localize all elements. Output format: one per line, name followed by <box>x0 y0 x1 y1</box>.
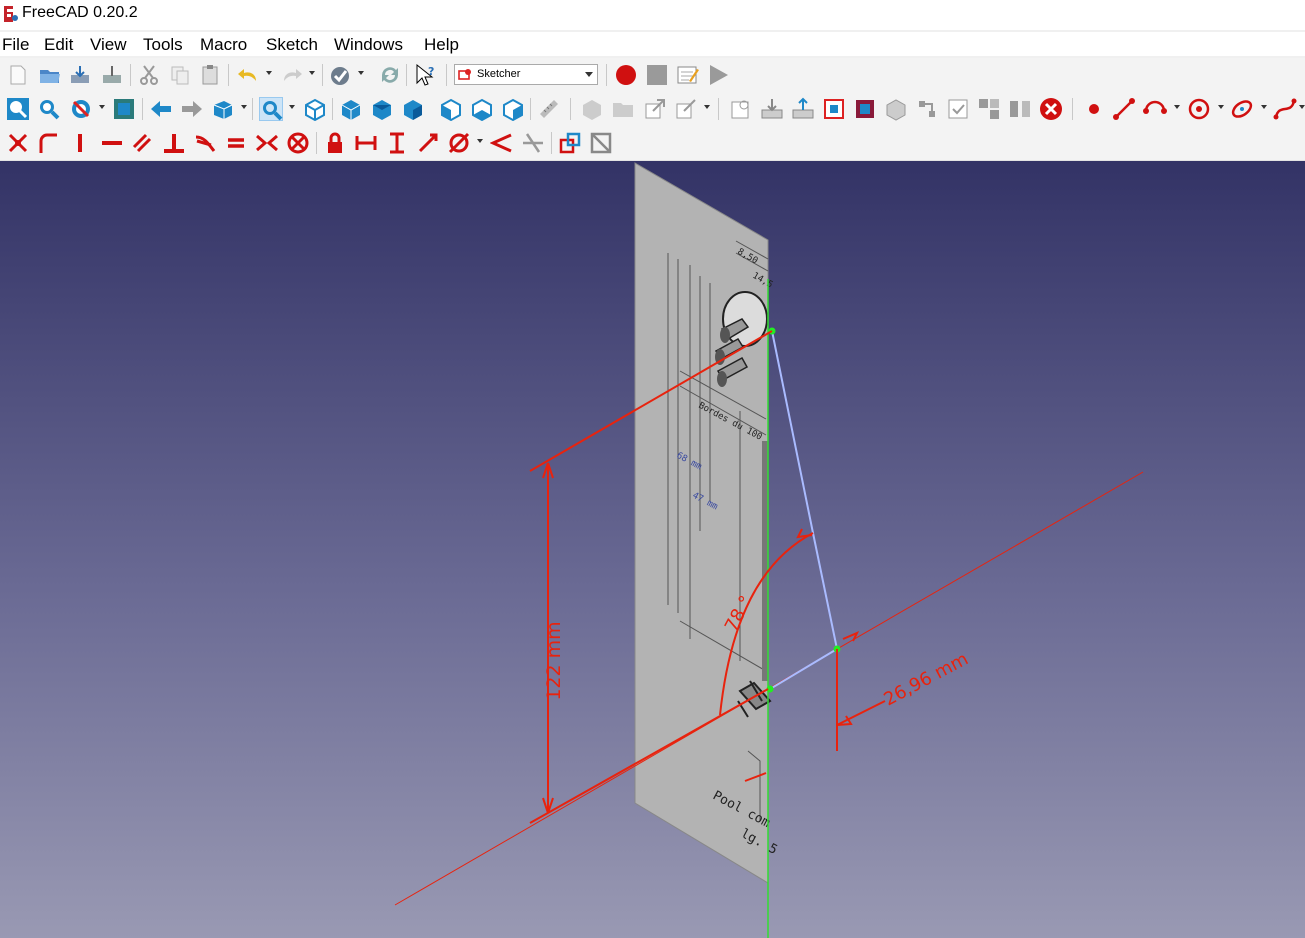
sketch-scene[interactable]: 8,50 14,5 Bordes du 100 68 mm 47 mm Pool… <box>0 161 1305 938</box>
create-part-icon[interactable] <box>580 97 604 121</box>
macro-stop-icon[interactable] <box>645 63 669 87</box>
cut-icon[interactable] <box>137 63 161 87</box>
3d-viewport[interactable]: 8,50 14,5 Bordes du 100 68 mm 47 mm Pool… <box>0 161 1305 938</box>
draw-style-icon[interactable] <box>69 97 93 121</box>
freecad-logo-icon <box>4 6 18 22</box>
toolbar-view-structure <box>0 92 1305 127</box>
constrain-vertical-distance-icon[interactable] <box>385 131 409 155</box>
save-icon[interactable] <box>68 63 92 87</box>
copy-icon[interactable] <box>168 63 192 87</box>
macro-execute-icon[interactable] <box>707 63 731 87</box>
forward-arrow-icon[interactable] <box>180 97 204 121</box>
create-arc-icon[interactable] <box>1143 97 1167 121</box>
workbench-selector[interactable]: Sketcher <box>454 64 598 85</box>
constrain-horizontal-icon[interactable] <box>100 131 124 155</box>
refresh-check-icon[interactable] <box>328 63 352 87</box>
new-document-icon[interactable] <box>6 63 30 87</box>
right-view-icon[interactable] <box>401 97 425 121</box>
validate-sketch-icon[interactable] <box>946 97 970 121</box>
create-group-icon[interactable] <box>611 97 635 121</box>
top-view-icon[interactable] <box>370 97 394 121</box>
mirror-sketch-icon[interactable] <box>1008 97 1032 121</box>
paste-icon[interactable] <box>198 63 222 87</box>
menu-help[interactable]: Help <box>424 35 459 55</box>
menu-tools[interactable]: Tools <box>143 35 183 55</box>
save-as-icon[interactable] <box>100 63 124 87</box>
toolbar-file-macro: ? Sketcher <box>0 58 1305 93</box>
open-folder-icon[interactable] <box>38 63 62 87</box>
chevron-down-icon <box>585 72 593 77</box>
toggle-active-constraint-icon[interactable] <box>589 131 613 155</box>
reference-image-plane <box>635 163 768 883</box>
toolbar-sketcher-constraints <box>0 126 1305 161</box>
recompute-icon[interactable] <box>378 63 402 87</box>
menu-file[interactable]: File <box>2 35 29 55</box>
link-actions-icon[interactable] <box>674 97 698 121</box>
redo-icon[interactable] <box>280 63 304 87</box>
constrain-perpendicular-icon[interactable] <box>162 131 186 155</box>
view-section-icon[interactable] <box>853 97 877 121</box>
zoom-icon[interactable] <box>259 97 283 121</box>
isometric-view-icon[interactable] <box>303 97 327 121</box>
merge-sketches-icon[interactable] <box>977 97 1001 121</box>
menu-macro[interactable]: Macro <box>200 35 247 55</box>
whats-this-icon[interactable]: ? <box>414 63 438 87</box>
vertical-dimension-label[interactable]: 122 mm <box>543 621 565 700</box>
front-view-icon[interactable] <box>339 97 363 121</box>
sketch-geometry[interactable] <box>769 330 839 690</box>
constrain-block-icon[interactable] <box>286 131 310 155</box>
constrain-point-on-object-icon[interactable] <box>37 131 61 155</box>
new-sketch-icon[interactable] <box>729 97 753 121</box>
bounding-box-icon[interactable] <box>112 97 136 121</box>
leave-sketch-icon[interactable] <box>760 97 784 121</box>
make-link-icon[interactable] <box>643 97 667 121</box>
create-bspline-icon[interactable] <box>1273 97 1297 121</box>
map-sketch-icon[interactable] <box>884 97 908 121</box>
constrain-angle-icon[interactable] <box>490 131 514 155</box>
horizontal-dimension-label[interactable]: 26,96 mm <box>880 649 971 711</box>
bottom-view-icon[interactable] <box>470 97 494 121</box>
constrain-distance-icon[interactable] <box>416 131 440 155</box>
constrain-equal-icon[interactable] <box>224 131 248 155</box>
menu-bar: File Edit View Tools Macro Sketch Window… <box>0 32 1305 56</box>
left-view-icon[interactable] <box>501 97 525 121</box>
constrain-vertical-icon[interactable] <box>68 131 92 155</box>
constrain-snells-law-icon[interactable] <box>521 131 545 155</box>
fit-all-icon[interactable] <box>6 97 30 121</box>
macro-record-icon[interactable] <box>614 63 638 87</box>
constrain-diameter-icon[interactable] <box>447 131 471 155</box>
back-arrow-icon[interactable] <box>149 97 173 121</box>
constrain-parallel-icon[interactable] <box>130 131 154 155</box>
rear-view-icon[interactable] <box>439 97 463 121</box>
sketch-vertices[interactable] <box>766 327 841 693</box>
create-line-icon[interactable] <box>1112 97 1136 121</box>
view-sketch-icon[interactable] <box>822 97 846 121</box>
workbench-label: Sketcher <box>477 68 521 80</box>
sketcher-workbench-icon <box>458 69 471 80</box>
menu-edit[interactable]: Edit <box>44 35 73 55</box>
constrain-tangent-icon[interactable] <box>193 131 217 155</box>
constrain-lock-icon[interactable] <box>323 131 347 155</box>
undo-icon[interactable] <box>236 63 260 87</box>
stop-operation-icon[interactable] <box>1039 97 1063 121</box>
constrain-coincident-icon[interactable] <box>6 131 30 155</box>
constrain-horizontal-distance-icon[interactable] <box>354 131 378 155</box>
fit-selection-icon[interactable] <box>37 97 61 121</box>
sync-view-icon[interactable] <box>211 97 235 121</box>
constrain-symmetric-icon[interactable] <box>255 131 279 155</box>
create-conic-icon[interactable] <box>1230 97 1254 121</box>
create-point-icon[interactable] <box>1082 97 1106 121</box>
menu-view[interactable]: View <box>90 35 127 55</box>
menu-sketch[interactable]: Sketch <box>266 35 318 55</box>
macro-edit-icon[interactable] <box>676 63 700 87</box>
window-title: FreeCAD 0.20.2 <box>22 4 138 21</box>
toggle-driving-constraint-icon[interactable] <box>558 131 582 155</box>
measure-distance-icon[interactable] <box>537 97 561 121</box>
create-circle-icon[interactable] <box>1187 97 1211 121</box>
export-sketch-icon[interactable] <box>791 97 815 121</box>
menu-windows[interactable]: Windows <box>334 35 403 55</box>
svg-text:?: ? <box>428 65 434 78</box>
title-bar: FreeCAD 0.20.2 <box>0 0 1305 30</box>
reorient-sketch-icon[interactable] <box>915 97 939 121</box>
